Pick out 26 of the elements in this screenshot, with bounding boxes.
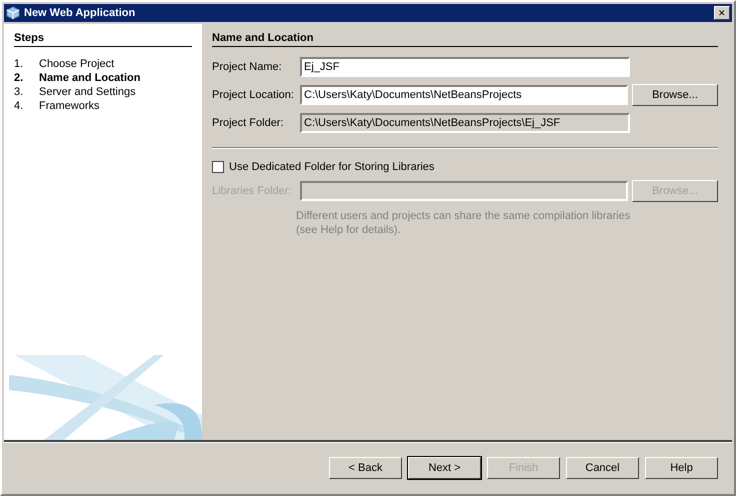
dialog-button[interactable]: < Back xyxy=(329,456,402,478)
step-number: 2. xyxy=(14,71,24,85)
field-label: Project Name: xyxy=(212,61,283,73)
step-number: 4. xyxy=(14,99,24,113)
dialog-button[interactable]: Cancel xyxy=(566,456,639,478)
checkbox-label: Use Dedicated Folder for Storing Libraries xyxy=(229,161,434,173)
section-heading: Name and Location xyxy=(212,32,718,47)
browse-button[interactable]: Browse... xyxy=(632,84,718,106)
close-button[interactable]: ✕ xyxy=(714,6,730,20)
text-field[interactable]: Ej_JSF xyxy=(300,57,630,77)
steps-heading: Steps xyxy=(14,32,192,47)
field-label: Project Location: xyxy=(212,89,295,101)
hint-text: Different users and projects can share the same compilation libraries (see Help for details). xyxy=(296,209,632,237)
field-label: Project Folder: xyxy=(212,117,285,129)
dialog-button[interactable]: Help xyxy=(645,456,718,478)
step-label: Server and Settings xyxy=(39,85,136,99)
checkbox[interactable] xyxy=(212,161,224,173)
step-label: Frameworks xyxy=(39,99,100,113)
cube-icon xyxy=(6,6,20,20)
step-label: Name and Location xyxy=(39,71,140,85)
step-number: 3. xyxy=(14,85,24,99)
window-title: New Web Application xyxy=(24,7,136,19)
step-label: Choose Project xyxy=(39,57,114,71)
dialog-button[interactable]: Next > xyxy=(408,456,481,478)
step-number: 1. xyxy=(14,57,24,71)
text-field[interactable]: C:\Users\Katy\Documents\NetBeansProjects xyxy=(300,85,628,105)
